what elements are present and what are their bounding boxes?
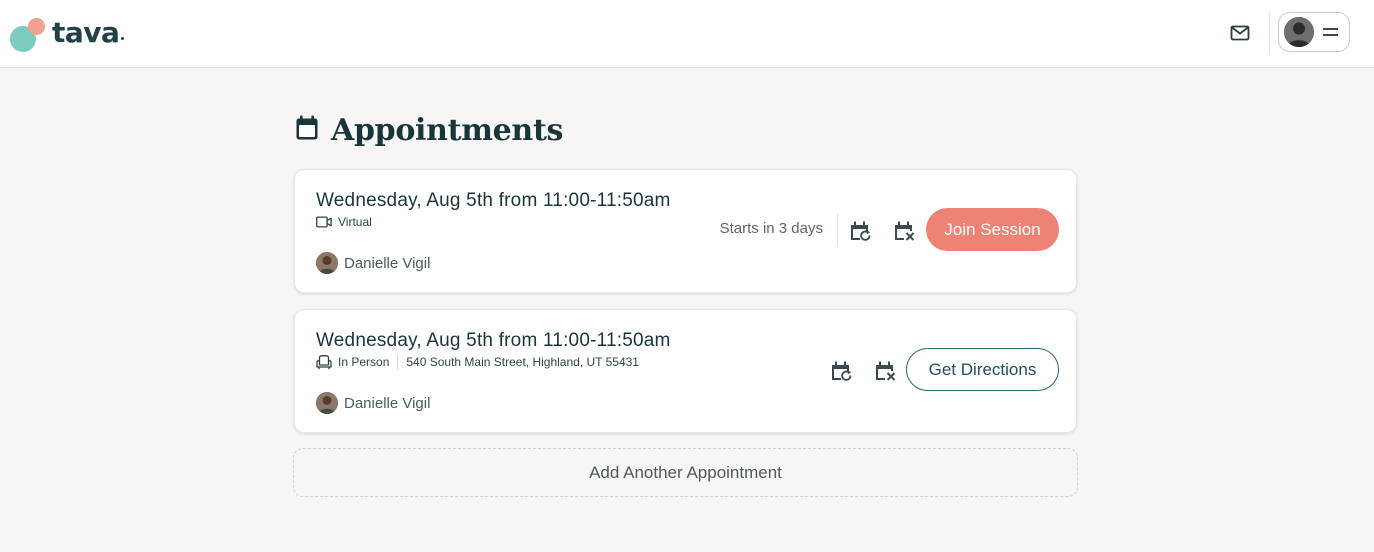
provider-name: Danielle Vigil (344, 394, 431, 412)
calendar-reschedule-icon[interactable] (848, 219, 872, 243)
appointment-meta: In Person 540 South Main Street, Highlan… (316, 354, 639, 370)
appointment-type: In Person (338, 355, 390, 369)
starts-in-label: Starts in 3 days (719, 220, 823, 237)
get-directions-button[interactable]: Get Directions (906, 348, 1059, 391)
calendar-icon (295, 115, 319, 146)
chair-icon (316, 354, 332, 369)
calendar-reschedule-icon[interactable] (829, 359, 853, 383)
provider[interactable]: Danielle Vigil (316, 251, 430, 275)
meta-divider (397, 354, 399, 370)
provider-avatar (316, 392, 338, 414)
video-camera-icon (316, 215, 332, 229)
appointment-meta: Virtual (316, 214, 372, 230)
avatar-icon (1284, 17, 1314, 47)
provider-name: Danielle Vigil (344, 254, 431, 272)
logo-mark-icon (10, 16, 46, 52)
add-appointment-button[interactable]: Add Another Appointment (293, 448, 1078, 497)
mail-icon[interactable] (1228, 22, 1252, 44)
card-divider (837, 213, 838, 245)
tava-logo[interactable]: tava (10, 14, 125, 54)
header-divider (1269, 12, 1270, 54)
appointment-time: Wednesday, Aug 5th from 11:00-11:50am (316, 330, 671, 351)
hamburger-icon (1323, 28, 1338, 36)
page-title: Appointments (331, 112, 564, 148)
appointment-address: 540 South Main Street, Highland, UT 5543… (406, 355, 639, 369)
appointment-time: Wednesday, Aug 5th from 11:00-11:50am (316, 190, 671, 211)
logo-wordmark: tava (52, 16, 125, 49)
calendar-cancel-icon[interactable] (873, 359, 897, 383)
calendar-cancel-icon[interactable] (892, 219, 916, 243)
appointment-card: Wednesday, Aug 5th from 11:00-11:50am In… (294, 309, 1077, 433)
top-header: tava (0, 0, 1374, 68)
provider-avatar (316, 252, 338, 274)
profile-menu-button[interactable] (1278, 12, 1350, 52)
appointment-type: Virtual (338, 215, 372, 229)
page-title-row: Appointments (295, 110, 563, 150)
provider[interactable]: Danielle Vigil (316, 391, 430, 415)
appointment-card: Wednesday, Aug 5th from 11:00-11:50am Vi… (294, 169, 1077, 293)
join-session-button[interactable]: Join Session (926, 208, 1059, 251)
